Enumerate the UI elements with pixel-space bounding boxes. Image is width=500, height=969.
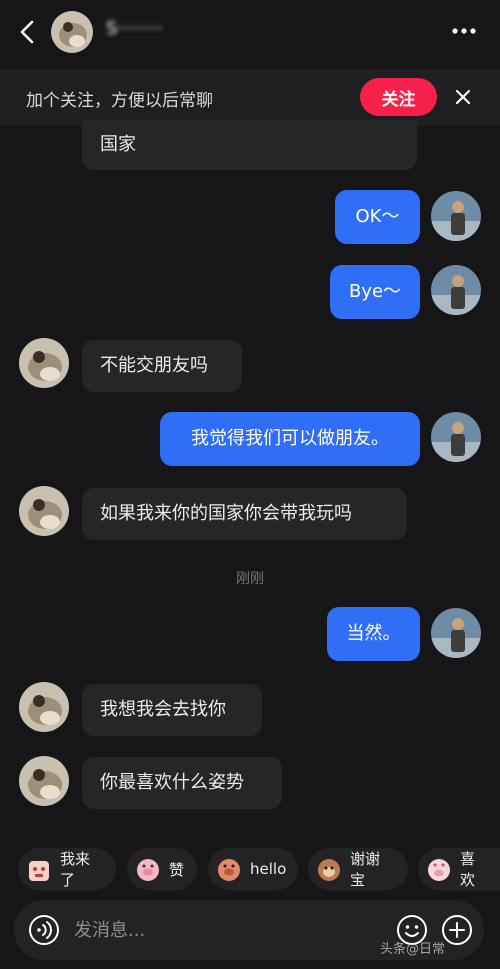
contact-name-text: S········ bbox=[106, 18, 164, 39]
watermark: 头条@日常 bbox=[380, 942, 446, 957]
timestamp: 刚刚 bbox=[236, 571, 264, 587]
contact-avatar[interactable] bbox=[19, 486, 69, 536]
quick-reply-label: 赞 bbox=[169, 860, 185, 879]
quick-reply-label: 我来了 bbox=[60, 850, 91, 889]
pig-face-emoji-icon bbox=[218, 859, 240, 881]
message-bubble-right[interactable]: 当然。 bbox=[327, 607, 420, 661]
quick-reply-chip[interactable]: hello bbox=[208, 848, 298, 890]
voice-input-icon[interactable] bbox=[28, 914, 60, 946]
my-avatar[interactable] bbox=[431, 191, 481, 241]
message-text: Bye～ bbox=[348, 281, 402, 302]
my-avatar[interactable] bbox=[431, 608, 481, 658]
quick-reply-chip[interactable]: 谢谢宝 bbox=[308, 848, 408, 890]
message-input[interactable] bbox=[74, 912, 374, 948]
message-text: 不能交朋友吗 bbox=[100, 355, 208, 376]
more-options-icon[interactable] bbox=[446, 16, 482, 46]
message-bubble-right[interactable]: Bye～ bbox=[330, 265, 420, 319]
my-avatar[interactable] bbox=[431, 412, 481, 462]
message-bubble-right[interactable]: 我觉得我们可以做朋友。 bbox=[160, 412, 420, 466]
message-text: 我想我会去找你 bbox=[100, 699, 226, 720]
quick-reply-chip[interactable]: 赞 bbox=[127, 848, 197, 890]
message-bubble-left[interactable]: 国家 bbox=[82, 120, 417, 170]
quick-reply-label: 谢谢宝 bbox=[350, 850, 381, 889]
follow-banner: 加个关注，方便以后常聊 关注 bbox=[0, 70, 500, 126]
pig-emoji-icon bbox=[137, 859, 159, 881]
follow-button[interactable]: 关注 bbox=[360, 78, 437, 116]
back-arrow-icon[interactable] bbox=[14, 14, 42, 50]
message-bubble-left[interactable]: 你最喜欢什么姿势 bbox=[82, 757, 282, 809]
message-text: OK～ bbox=[355, 206, 400, 227]
message-text: 国家 bbox=[100, 134, 136, 155]
message-text: 我觉得我们可以做朋友。 bbox=[191, 428, 389, 449]
message-bubble-right[interactable]: OK～ bbox=[335, 190, 420, 244]
contact-avatar[interactable] bbox=[19, 756, 69, 806]
contact-avatar[interactable] bbox=[51, 11, 93, 53]
message-bubble-left[interactable]: 如果我来你的国家你会带我玩吗 bbox=[82, 488, 407, 540]
quick-reply-label: 喜欢 bbox=[460, 850, 476, 889]
follow-banner-text: 加个关注，方便以后常聊 bbox=[26, 91, 213, 111]
message-text: 如果我来你的国家你会带我玩吗 bbox=[100, 503, 352, 524]
quick-reply-label: hello bbox=[250, 860, 287, 878]
contact-avatar[interactable] bbox=[19, 682, 69, 732]
monkey-emoji-icon bbox=[318, 859, 340, 881]
quick-reply-chip[interactable]: 喜欢 bbox=[418, 848, 500, 890]
pig-heart-emoji-icon bbox=[428, 859, 450, 881]
contact-avatar[interactable] bbox=[19, 338, 69, 388]
message-text: 当然。 bbox=[346, 623, 401, 644]
contact-name[interactable]: S········ bbox=[106, 18, 202, 44]
message-bubble-left[interactable]: 我想我会去找你 bbox=[82, 684, 262, 736]
message-text: 你最喜欢什么姿势 bbox=[100, 772, 244, 793]
quick-reply-chip[interactable]: 我来了 bbox=[18, 848, 116, 890]
message-bubble-left[interactable]: 不能交朋友吗 bbox=[82, 340, 242, 392]
close-icon[interactable] bbox=[452, 86, 474, 108]
plus-icon[interactable] bbox=[441, 914, 473, 946]
my-avatar[interactable] bbox=[431, 265, 481, 315]
bear-emoji-icon bbox=[29, 861, 49, 881]
chat-header: S········ bbox=[0, 0, 500, 64]
